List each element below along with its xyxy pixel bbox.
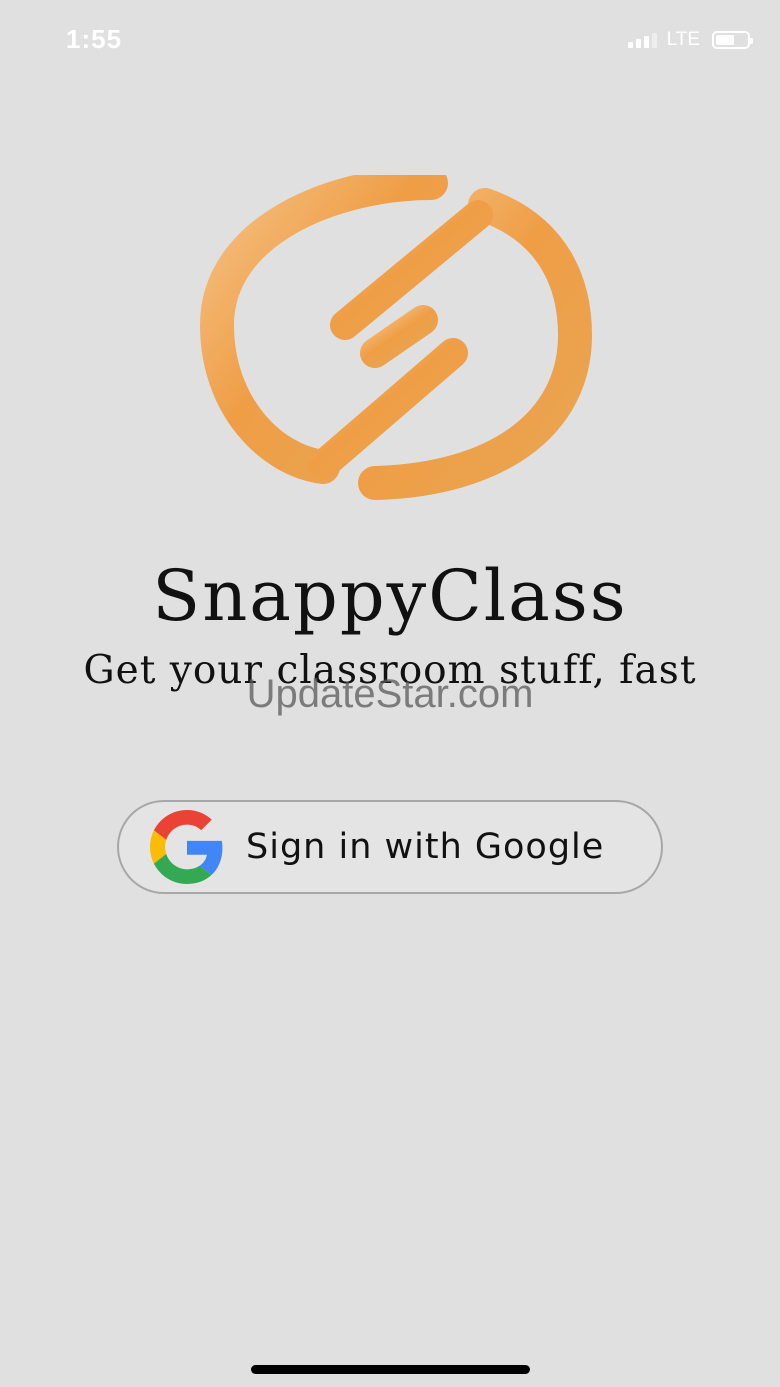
network-label: LTE [666,29,700,50]
status-time: 1:55 [66,24,123,54]
home-indicator[interactable] [251,1365,530,1374]
watermark-text: UpdateStar.com [246,672,534,716]
google-signin-label: Sign in with Google [246,827,605,867]
google-g-icon [150,810,223,884]
app-title: SnappyClass [152,555,628,637]
status-indicators: LTE [627,28,753,52]
google-signin-button[interactable]: Sign in with Google [117,800,663,894]
status-bar: 1:55 LTE [0,0,780,80]
signal-icon [627,32,657,48]
snappyclass-logo-icon [199,175,593,500]
battery-level [716,35,734,45]
battery-icon [712,31,753,49]
